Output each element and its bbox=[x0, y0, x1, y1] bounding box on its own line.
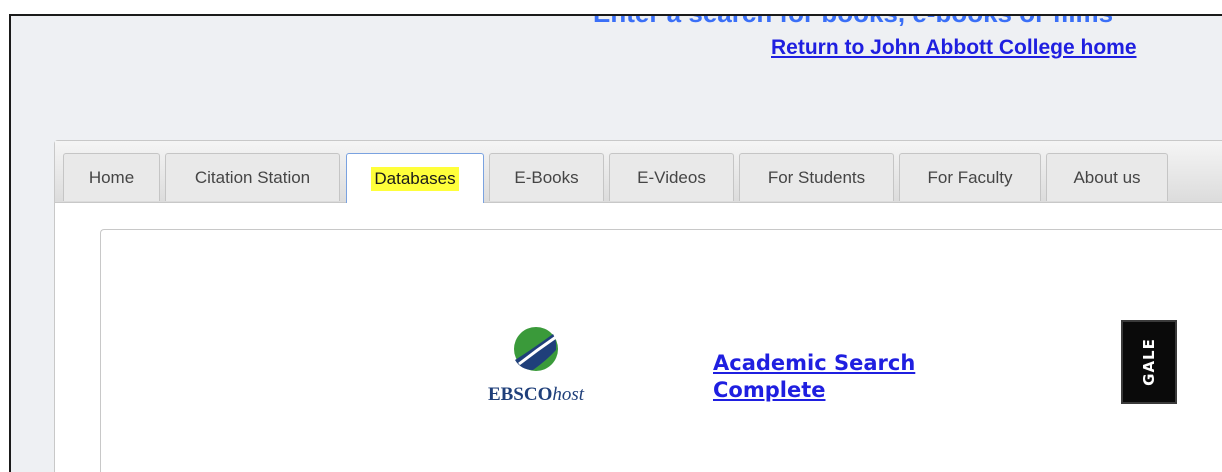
tab-label: For Students bbox=[767, 167, 866, 187]
databases-panel: EBSCOhost Academic Search Complete GALE bbox=[100, 229, 1222, 472]
tab-label: E-Books bbox=[514, 167, 579, 187]
library-page: Enter a search for books, e-books or fil… bbox=[9, 14, 1222, 472]
tab-label: For Faculty bbox=[927, 167, 1013, 187]
search-prompt: Enter a search for books, e-books or fil… bbox=[593, 16, 1113, 29]
tab-label: E-Videos bbox=[637, 167, 706, 187]
tab-bar: Home Citation Station Databases E-Books … bbox=[55, 141, 1222, 203]
tab-e-books[interactable]: E-Books bbox=[489, 153, 604, 201]
tab-e-videos[interactable]: E-Videos bbox=[609, 153, 734, 201]
college-home-link[interactable]: Return to John Abbott College home bbox=[771, 36, 1137, 60]
ebsco-logo[interactable]: EBSCOhost bbox=[461, 320, 611, 420]
ebsco-wordmark: EBSCOhost bbox=[461, 384, 611, 406]
window-frame: Enter a search for books, e-books or fil… bbox=[0, 0, 1222, 472]
tab-for-students[interactable]: For Students bbox=[739, 153, 894, 201]
tab-databases[interactable]: Databases bbox=[346, 153, 484, 203]
ebsco-swoosh-icon bbox=[514, 327, 558, 371]
tab-citation-station[interactable]: Citation Station bbox=[165, 153, 340, 201]
tab-label: Databases bbox=[371, 166, 459, 191]
tab-for-faculty[interactable]: For Faculty bbox=[899, 153, 1041, 201]
gale-logo-text: GALE bbox=[1139, 338, 1158, 386]
ebsco-wordmark-italic: host bbox=[552, 384, 585, 405]
tab-label: Home bbox=[88, 167, 135, 187]
tab-about-us[interactable]: About us bbox=[1046, 153, 1168, 201]
ebsco-wordmark-bold: EBSCO bbox=[487, 384, 553, 405]
tabs-widget: Home Citation Station Databases E-Books … bbox=[54, 140, 1222, 472]
tab-home[interactable]: Home bbox=[63, 153, 160, 201]
academic-search-complete-link[interactable]: Academic Search Complete bbox=[713, 350, 973, 404]
tab-label: About us bbox=[1073, 167, 1141, 187]
gale-logo[interactable]: GALE bbox=[1121, 320, 1177, 404]
tab-label: Citation Station bbox=[194, 167, 311, 187]
